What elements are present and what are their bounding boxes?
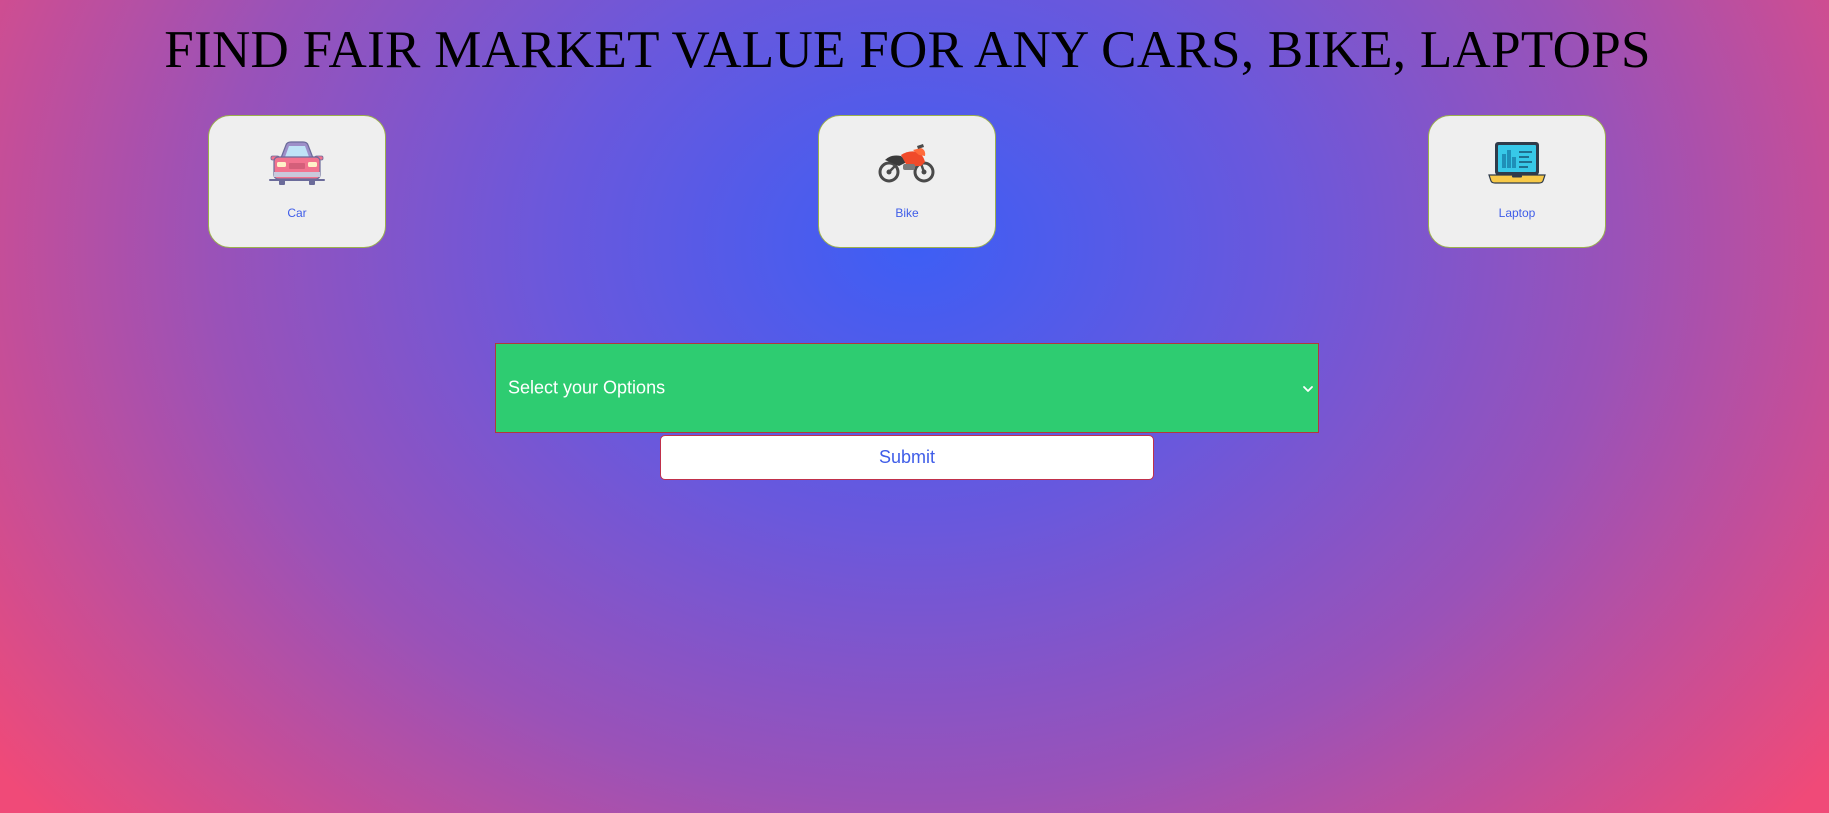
motorbike-icon: [877, 138, 937, 188]
category-label-bike: Bike: [895, 206, 919, 220]
category-label-car: Car: [287, 206, 307, 220]
category-card-car[interactable]: Car: [208, 115, 386, 248]
options-select-value: Select your Options: [508, 377, 666, 398]
submit-button[interactable]: Submit: [660, 435, 1154, 480]
laptop-icon: [1487, 138, 1547, 188]
options-select[interactable]: Select your Options: [495, 343, 1319, 433]
page-title: FIND FAIR MARKET VALUE FOR ANY CARS, BIK…: [164, 21, 1651, 79]
category-card-bike[interactable]: Bike: [818, 115, 996, 248]
car-icon: [267, 138, 327, 188]
category-card-laptop[interactable]: Laptop: [1428, 115, 1606, 248]
category-label-laptop: Laptop: [1498, 206, 1536, 220]
chevron-down-icon: [1302, 382, 1314, 394]
